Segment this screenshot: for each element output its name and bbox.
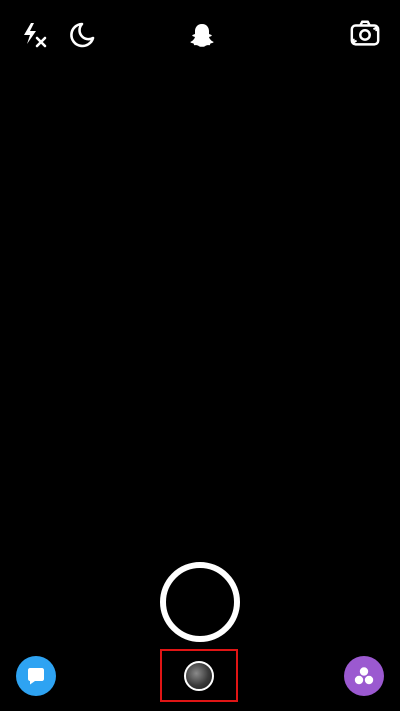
moon-icon <box>70 22 95 48</box>
memories-thumbnail-icon[interactable] <box>184 660 214 691</box>
capture-button[interactable] <box>160 562 240 642</box>
memories-highlight-box <box>160 649 238 702</box>
flash-off-icon <box>24 23 47 48</box>
chat-button[interactable] <box>16 656 56 696</box>
night-mode-button[interactable] <box>65 19 97 51</box>
chat-bubble-icon <box>28 668 44 685</box>
discover-icon <box>354 667 374 685</box>
flip-camera-icon <box>350 20 380 46</box>
flash-off-button[interactable] <box>18 19 50 51</box>
flip-camera-button[interactable] <box>349 18 381 50</box>
camera-screen <box>0 0 400 711</box>
discover-button[interactable] <box>344 656 384 696</box>
profile-ghost-button[interactable] <box>186 19 218 51</box>
snapchat-ghost-icon <box>190 24 214 47</box>
